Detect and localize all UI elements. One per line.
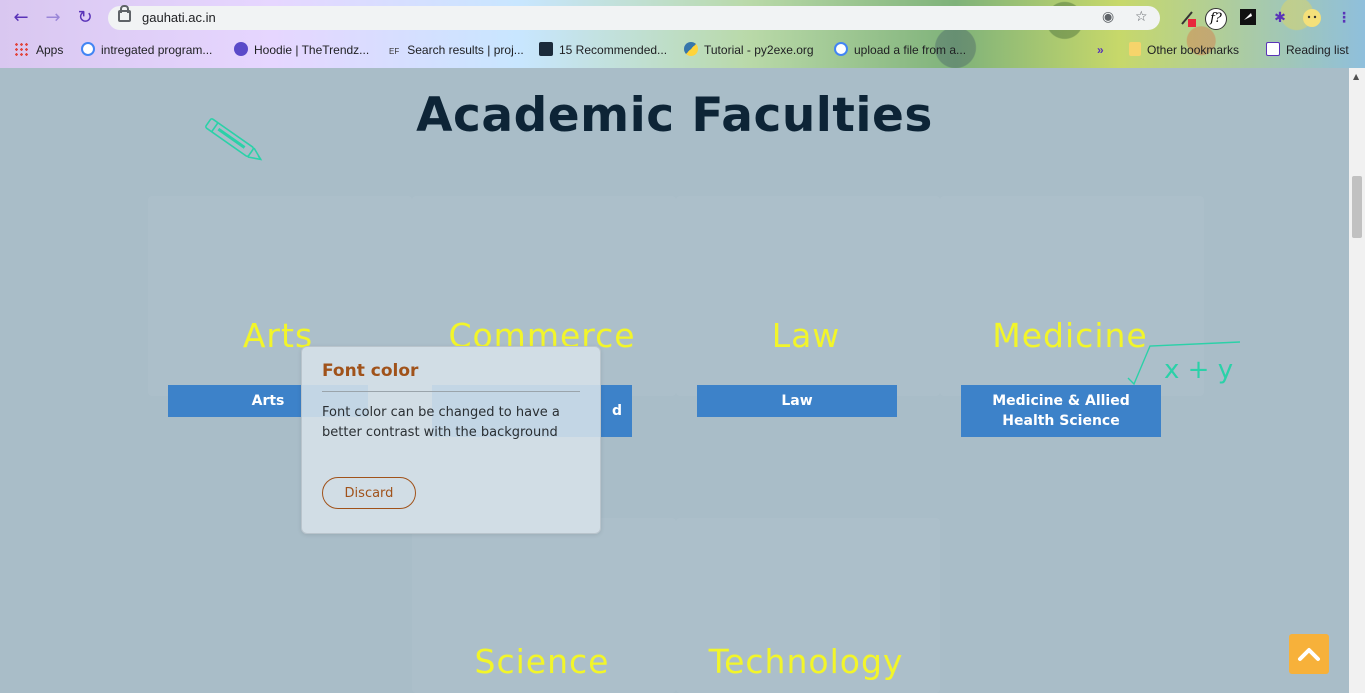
chrome-menu-icon[interactable]: ⋮ [1334,8,1354,28]
popup-heading: Font color [322,361,419,381]
more-bookmarks-button[interactable]: » [1097,41,1104,59]
scrollbar-thumb[interactable] [1352,176,1362,238]
extensions-puzzle-icon[interactable]: ✱ [1270,8,1290,28]
page-content: Academic Faculties Arts Commerce Law Med… [0,68,1349,693]
discard-button[interactable]: Discard [322,477,416,509]
popup-text: Font color can be changed to have a bett… [322,405,560,440]
bookmark-item[interactable]: 15 Recommended... [539,41,667,59]
popup-divider [322,391,580,392]
other-bookmarks[interactable]: Other bookmarks [1129,41,1239,59]
globe-icon [234,42,248,56]
star-icon[interactable]: ☆ [1135,9,1148,25]
folder-icon [1129,42,1141,56]
bookmark-item[interactable]: Hoodie | TheTrendz... [234,41,369,59]
bookmark-item[interactable]: EF Search results | proj... [389,41,524,59]
google-icon [81,42,95,56]
apps-grid-icon [14,42,28,56]
tracking-blocked-icon[interactable]: ◉ [1102,9,1114,25]
faculty-name-technology: Technology [708,642,904,681]
bookmark-item[interactable]: upload a file from a... [834,41,966,59]
medicine-button[interactable]: Medicine & Allied Health Science [961,385,1161,437]
faculty-name-science: Science [474,642,610,681]
scroll-up-arrow-icon[interactable]: ▲ [1353,72,1359,81]
math-doodle: x + y [1127,341,1241,386]
vertical-scrollbar[interactable]: ▲ [1349,68,1365,693]
ef-icon: EF [389,47,400,56]
scroll-to-top-button[interactable] [1289,634,1329,674]
law-button[interactable]: Law [697,385,897,417]
forward-icon[interactable]: → [42,8,64,28]
bookmark-item[interactable]: Tutorial - py2exe.org [684,41,814,59]
address-bar[interactable]: gauhati.ac.in ◉ ☆ [108,5,1160,30]
chevron-up-icon [1298,648,1320,661]
extension-dark-icon[interactable] [1238,8,1258,28]
reading-list[interactable]: Reading list [1266,41,1349,59]
browser-chrome: ← → ↻ gauhati.ac.in ◉ ☆ f? ✱ ⋮ Apps intr… [0,0,1365,68]
eyedropper-extension-icon[interactable] [1178,8,1198,28]
faculty-card [676,196,940,396]
faculty-name-law: Law [771,316,841,355]
bookmark-apps[interactable]: Apps [14,41,63,59]
google-icon [834,42,848,56]
python-icon [684,42,698,56]
bookmarks-bar: Apps intregated program... Hoodie | TheT… [0,38,1365,62]
url-text[interactable]: gauhati.ac.in [142,10,216,25]
reload-icon[interactable]: ↻ [74,8,96,28]
math-doodle-text: x + y [1164,355,1233,385]
lock-icon[interactable] [118,5,131,22]
reading-list-icon [1266,42,1280,56]
bookmark-icon [539,42,553,56]
whatfont-extension-icon[interactable]: f? [1205,8,1227,30]
back-icon[interactable]: ← [10,8,32,28]
font-color-popup: Font color Font color can be changed to … [301,346,601,534]
pencil-doodle-icon [205,118,263,161]
bookmark-item[interactable]: intregated program... [81,41,212,59]
profile-avatar[interactable] [1302,8,1322,28]
